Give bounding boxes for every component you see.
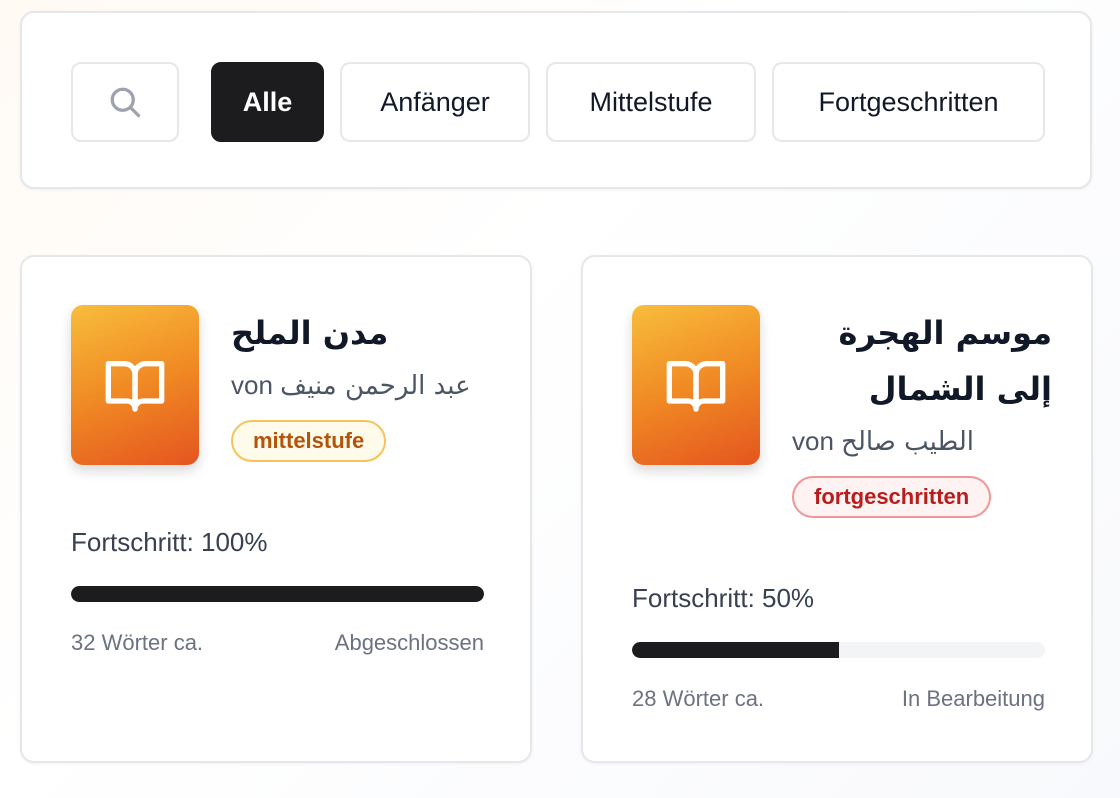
progress-label: Fortschritt: 100% [71, 527, 268, 557]
word-count: 28 Wörter ca. [632, 686, 765, 711]
status-text: Abgeschlossen [334, 630, 484, 655]
search-icon [110, 87, 141, 118]
book-info: موسم الهجرة إلى الشمال von الطيب صالح fo… [792, 305, 1052, 518]
progress-bar [632, 642, 1045, 658]
author-name: عبد الرحمن منيف [280, 371, 471, 401]
filter-beginner[interactable]: Anfänger [340, 62, 530, 142]
book-meta: 28 Wörter ca. In Bearbeitung [632, 686, 1045, 712]
book-card[interactable]: مدن الملح von عبد الرحمن منيف mittelstuf… [20, 255, 532, 763]
progress-label: Fortschritt: 50% [632, 583, 815, 613]
book-meta: 32 Wörter ca. Abgeschlossen [71, 630, 484, 656]
status-text: In Bearbeitung [901, 686, 1045, 711]
search-button[interactable] [71, 62, 179, 142]
level-badge: mittelstufe [231, 420, 387, 462]
book-title: مدن الملح [231, 314, 389, 352]
word-count: 32 Wörter ca. [71, 630, 204, 655]
book-card[interactable]: موسم الهجرة إلى الشمال von الطيب صالح fo… [581, 255, 1093, 763]
book-open-icon [666, 361, 726, 412]
book-open-icon [105, 361, 165, 412]
level-badge: fortgeschritten [792, 476, 992, 518]
book-author: von عبد الرحمن منيف [231, 365, 491, 406]
author-prefix: von [792, 426, 834, 456]
book-author: von الطيب صالح [792, 421, 1052, 462]
filter-bar: Alle Anfänger Mittelstufe Fortgeschritte… [20, 11, 1092, 189]
filter-intermediate[interactable]: Mittelstufe [546, 62, 756, 142]
author-prefix: von [231, 370, 273, 400]
progress-fill [71, 586, 484, 602]
author-name: الطيب صالح [841, 427, 974, 457]
book-cover [71, 305, 199, 465]
book-info: مدن الملح von عبد الرحمن منيف mittelstuf… [231, 305, 491, 462]
filter-all[interactable]: Alle [211, 62, 324, 142]
progress-fill [632, 642, 839, 658]
book-title: موسم الهجرة إلى الشمال [838, 314, 1052, 408]
filter-advanced[interactable]: Fortgeschritten [772, 62, 1045, 142]
progress-bar [71, 586, 484, 602]
book-cover [632, 305, 760, 465]
